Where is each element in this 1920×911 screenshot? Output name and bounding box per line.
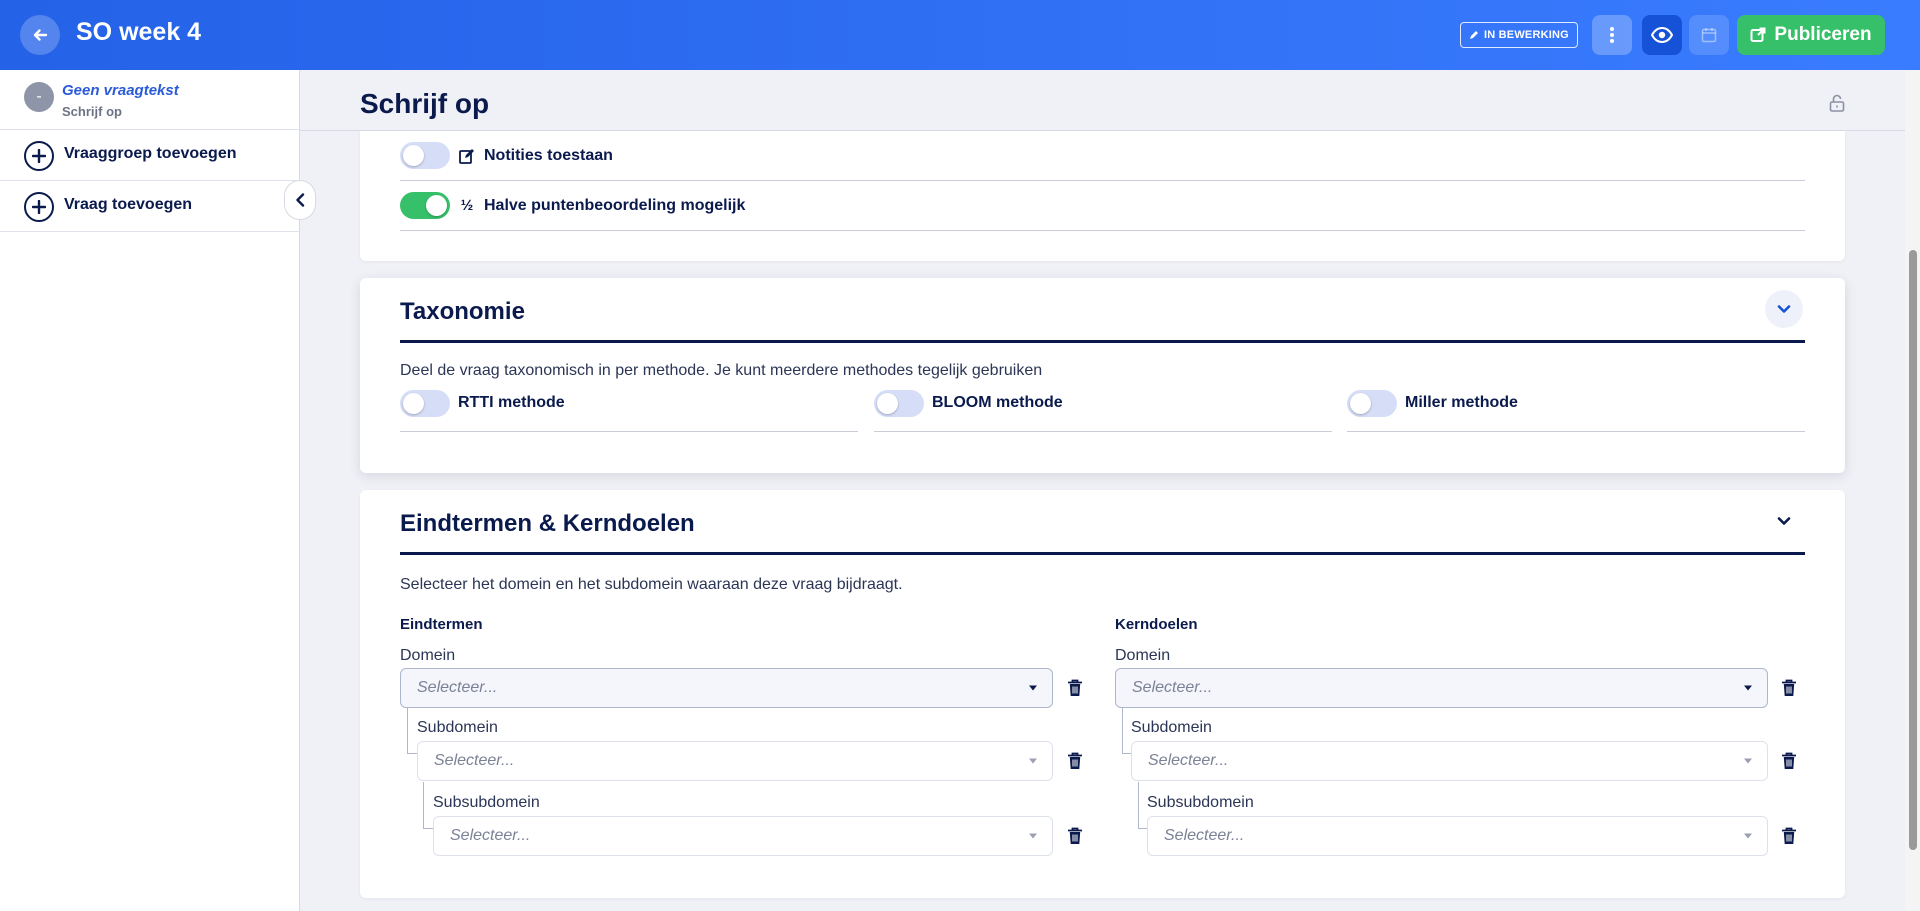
eindtermen-subsubdomain-label: Subsubdomein <box>433 794 540 811</box>
vertical-dots-icon <box>1610 27 1614 43</box>
trash-icon[interactable] <box>1780 751 1798 771</box>
eindtermen-subsubdomain-select[interactable]: Selecteer... <box>433 816 1053 856</box>
caret-down-icon <box>1744 685 1752 691</box>
add-question-group-label: Vraaggroep toevoegen <box>64 145 237 162</box>
external-link-icon <box>1750 27 1766 42</box>
taxonomy-card: Taxonomie Deel de vraag taxonomisch in p… <box>360 278 1845 473</box>
half-fraction-icon: ½ <box>460 197 474 214</box>
eindtermen-domain-label: Domein <box>400 647 456 664</box>
unlock-icon[interactable] <box>1829 94 1845 117</box>
kerndoelen-subdomain-label: Subdomein <box>1131 719 1212 736</box>
test-title: SO week 4 <box>76 18 202 46</box>
edit-note-icon <box>458 147 476 165</box>
kerndoelen-domain-select[interactable]: Selecteer... <box>1115 668 1768 708</box>
eindtermen-collapse-button[interactable] <box>1765 502 1803 540</box>
notes-setting-row: Notities toestaan <box>400 131 1805 181</box>
eindtermen-card: Eindtermen & Kerndoelen Selecteer het do… <box>360 490 1845 898</box>
half-points-label: Halve puntenbeoordeling mogelijk <box>484 196 746 214</box>
calendar-icon <box>1701 28 1717 43</box>
back-button[interactable] <box>20 15 60 55</box>
question-number-avatar: - <box>24 82 54 112</box>
select-placeholder: Selecteer... <box>1164 827 1245 844</box>
kerndoelen-subsubdomain-select[interactable]: Selecteer... <box>1147 816 1768 856</box>
tree-connector <box>423 782 433 829</box>
half-points-toggle[interactable] <box>400 192 450 219</box>
publish-button[interactable]: Publiceren <box>1737 15 1885 55</box>
eindtermen-domain-select[interactable]: Selecteer... <box>400 668 1053 708</box>
question-title: Geen vraagtekst <box>62 82 179 99</box>
status-badge: IN BEWERKING <box>1460 22 1578 48</box>
select-placeholder: Selecteer... <box>434 752 515 769</box>
kerndoelen-column-title: Kerndoelen <box>1115 616 1198 633</box>
half-points-setting-row: ½ Halve puntenbeoordeling mogelijk <box>400 181 1805 231</box>
schedule-button[interactable] <box>1689 15 1729 55</box>
main-header: Schrijf op <box>300 70 1905 131</box>
miller-toggle[interactable] <box>1347 390 1397 417</box>
rtti-toggle[interactable] <box>400 390 450 417</box>
scrollbar-thumb[interactable] <box>1909 250 1917 850</box>
notes-label: Notities toestaan <box>484 146 613 164</box>
preview-button[interactable] <box>1642 15 1682 55</box>
caret-down-icon <box>1029 685 1037 691</box>
bloom-label: BLOOM methode <box>932 394 1063 411</box>
rtti-label: RTTI methode <box>458 394 565 411</box>
sidebar-item-current-question[interactable]: - Geen vraagtekst Schrijf op <box>0 70 299 130</box>
taxonomy-title: Taxonomie <box>400 298 525 325</box>
kerndoelen-subsubdomain-label: Subsubdomein <box>1147 794 1254 811</box>
page-scrollbar[interactable] <box>1905 70 1920 911</box>
caret-down-icon <box>1744 833 1752 839</box>
plus-circle-icon <box>24 192 54 222</box>
status-badge-label: IN BEWERKING <box>1484 29 1569 41</box>
caret-down-icon <box>1029 833 1037 839</box>
top-bar: SO week 4 IN BEWERKING Publiceren <box>0 0 1920 70</box>
eye-icon <box>1651 27 1673 43</box>
chevron-down-icon <box>1777 305 1791 313</box>
eindtermen-title: Eindtermen & Kerndoelen <box>400 510 695 537</box>
add-question-button[interactable]: Vraag toevoegen <box>0 181 299 232</box>
arrow-left-icon <box>33 29 48 41</box>
chevron-down-icon <box>1777 517 1791 525</box>
chevron-left-icon <box>296 193 305 207</box>
trash-icon[interactable] <box>1066 826 1084 846</box>
eindtermen-subdomain-select[interactable]: Selecteer... <box>417 741 1053 781</box>
add-question-label: Vraag toevoegen <box>64 196 193 213</box>
question-settings-card: Notities toestaan ½ Halve puntenbeoordel… <box>360 131 1845 261</box>
bloom-toggle[interactable] <box>874 390 924 417</box>
add-question-group-button[interactable]: Vraaggroep toevoegen <box>0 130 299 181</box>
rtti-method-row: RTTI methode <box>400 390 858 432</box>
trash-icon[interactable] <box>1066 678 1084 698</box>
publish-label: Publiceren <box>1774 24 1872 45</box>
miller-label: Miller methode <box>1405 394 1518 411</box>
notes-toggle[interactable] <box>400 142 450 169</box>
select-placeholder: Selecteer... <box>450 827 531 844</box>
taxonomy-description: Deel de vraag taxonomisch in per methode… <box>400 362 1043 379</box>
caret-down-icon <box>1744 758 1752 764</box>
kerndoelen-subdomain-select[interactable]: Selecteer... <box>1131 741 1768 781</box>
trash-icon[interactable] <box>1780 826 1798 846</box>
trash-icon[interactable] <box>1780 678 1798 698</box>
eindtermen-column-title: Eindtermen <box>400 616 483 633</box>
tree-connector <box>407 708 417 754</box>
select-placeholder: Selecteer... <box>417 679 498 696</box>
question-type: Schrijf op <box>62 104 122 119</box>
caret-down-icon <box>1029 758 1037 764</box>
page-title: Schrijf op <box>360 88 490 119</box>
eindtermen-description: Selecteer het domein en het subdomein wa… <box>400 576 903 593</box>
kerndoelen-domain-label: Domein <box>1115 647 1171 664</box>
select-placeholder: Selecteer... <box>1132 679 1213 696</box>
sidebar: - Geen vraagtekst Schrijf op Vraaggroep … <box>0 70 316 911</box>
eindtermen-divider <box>400 552 1805 555</box>
pencil-icon <box>1470 31 1478 39</box>
miller-method-row: Miller methode <box>1347 390 1805 432</box>
taxonomy-divider <box>400 340 1805 343</box>
plus-circle-icon <box>24 141 54 171</box>
eindtermen-subdomain-label: Subdomein <box>417 719 498 736</box>
trash-icon[interactable] <box>1066 751 1084 771</box>
collapse-sidebar-button[interactable] <box>284 180 316 220</box>
taxonomy-collapse-button[interactable] <box>1765 290 1803 328</box>
more-options-button[interactable] <box>1592 15 1632 55</box>
bloom-method-row: BLOOM methode <box>874 390 1332 432</box>
select-placeholder: Selecteer... <box>1148 752 1229 769</box>
